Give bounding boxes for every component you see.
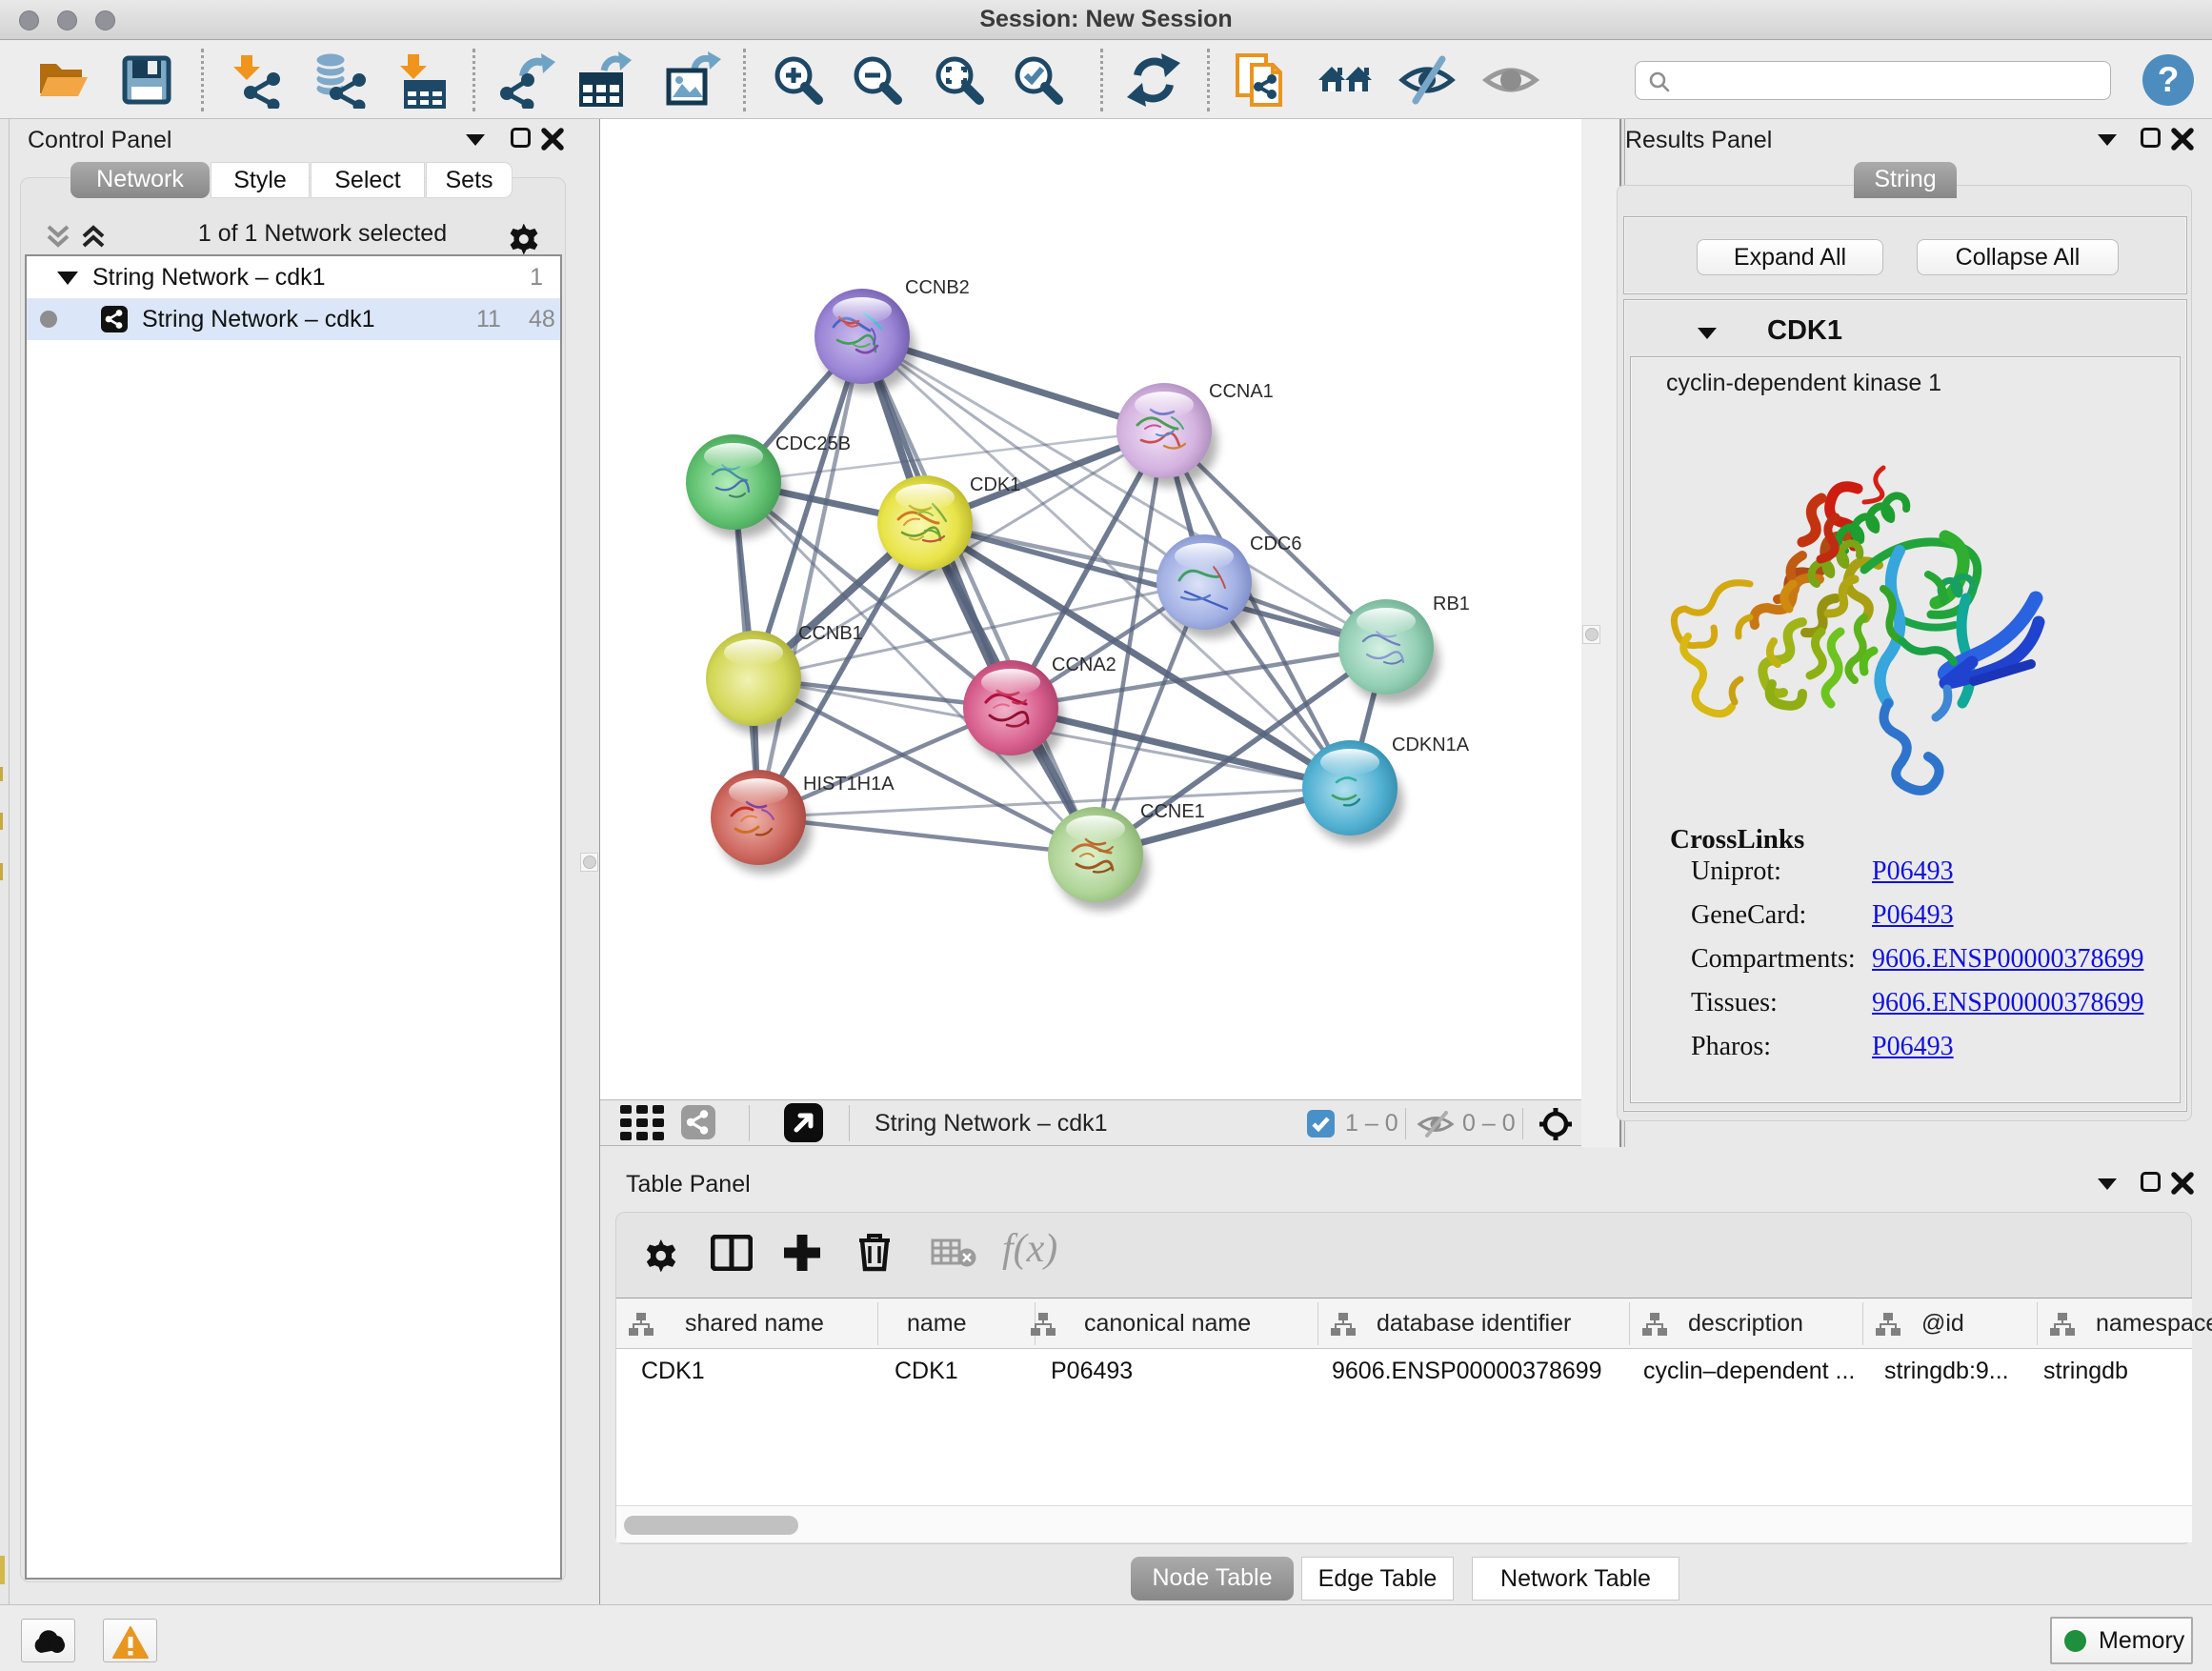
svg-text:CDC25B: CDC25B	[775, 433, 851, 454]
svg-text:CCNA2: CCNA2	[1052, 654, 1116, 675]
svg-text:RB1: RB1	[1433, 594, 1470, 614]
svg-text:CDC6: CDC6	[1250, 534, 1301, 554]
svg-text:CDK1: CDK1	[970, 474, 1020, 495]
svg-text:?: ?	[2158, 60, 2180, 99]
svg-text:CCNA1: CCNA1	[1209, 381, 1274, 402]
svg-text:CCNB2: CCNB2	[905, 277, 970, 298]
svg-text:HIST1H1A: HIST1H1A	[803, 774, 895, 795]
svg-text:CDKN1A: CDKN1A	[1392, 735, 1470, 755]
svg-text:CCNB1: CCNB1	[798, 623, 863, 644]
svg-text:CCNE1: CCNE1	[1140, 801, 1205, 822]
